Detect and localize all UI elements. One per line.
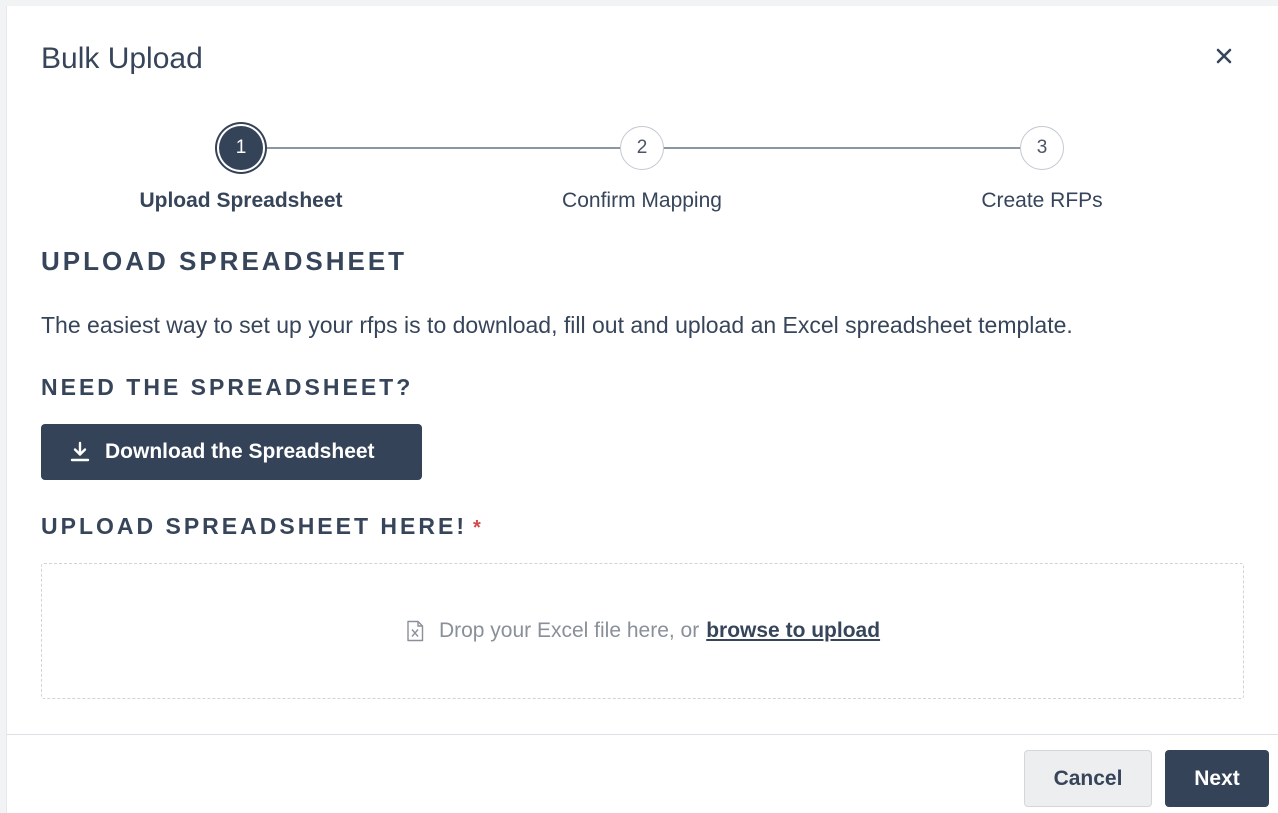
browse-to-upload-link[interactable]: browse to upload xyxy=(706,619,880,643)
required-indicator: * xyxy=(472,517,481,539)
stepper-connector xyxy=(263,147,623,149)
step-1-indicator[interactable]: 1 xyxy=(219,126,263,170)
step-3-indicator[interactable]: 3 xyxy=(1020,126,1064,170)
step-2-indicator[interactable]: 2 xyxy=(620,126,664,170)
description-text: The easiest way to set up your rfps is t… xyxy=(41,312,1073,338)
bulk-upload-dialog: Bulk Upload 1 2 3 Upload Spreadsheet Con… xyxy=(6,6,1278,813)
download-button-label: Download the Spreadsheet xyxy=(105,440,375,463)
download-spreadsheet-button[interactable]: Download the Spreadsheet xyxy=(41,424,422,480)
cancel-button[interactable]: Cancel xyxy=(1024,750,1152,807)
step-3-label: Create RFPs xyxy=(981,189,1103,212)
dialog-title: Bulk Upload xyxy=(41,42,203,75)
upload-here-heading: UPLOAD SPREADSHEET HERE! * xyxy=(41,513,481,540)
excel-file-icon xyxy=(407,620,424,642)
download-icon xyxy=(70,441,90,462)
close-button[interactable] xyxy=(1207,39,1241,73)
step-2-label: Confirm Mapping xyxy=(562,189,722,212)
dropzone-text: Drop your Excel file here, or xyxy=(438,619,700,642)
need-spreadsheet-heading: NEED THE SPREADSHEET? xyxy=(41,374,414,400)
stepper-connector xyxy=(663,147,1023,149)
file-dropzone[interactable]: Drop your Excel file here, or browse to … xyxy=(41,563,1244,699)
close-icon xyxy=(1216,48,1232,64)
next-button[interactable]: Next xyxy=(1165,750,1269,807)
section-title: UPLOAD SPREADSHEET xyxy=(41,246,408,276)
upload-here-label: UPLOAD SPREADSHEET HERE! xyxy=(41,513,467,539)
step-1-label: Upload Spreadsheet xyxy=(139,189,343,212)
footer-divider xyxy=(7,734,1278,735)
